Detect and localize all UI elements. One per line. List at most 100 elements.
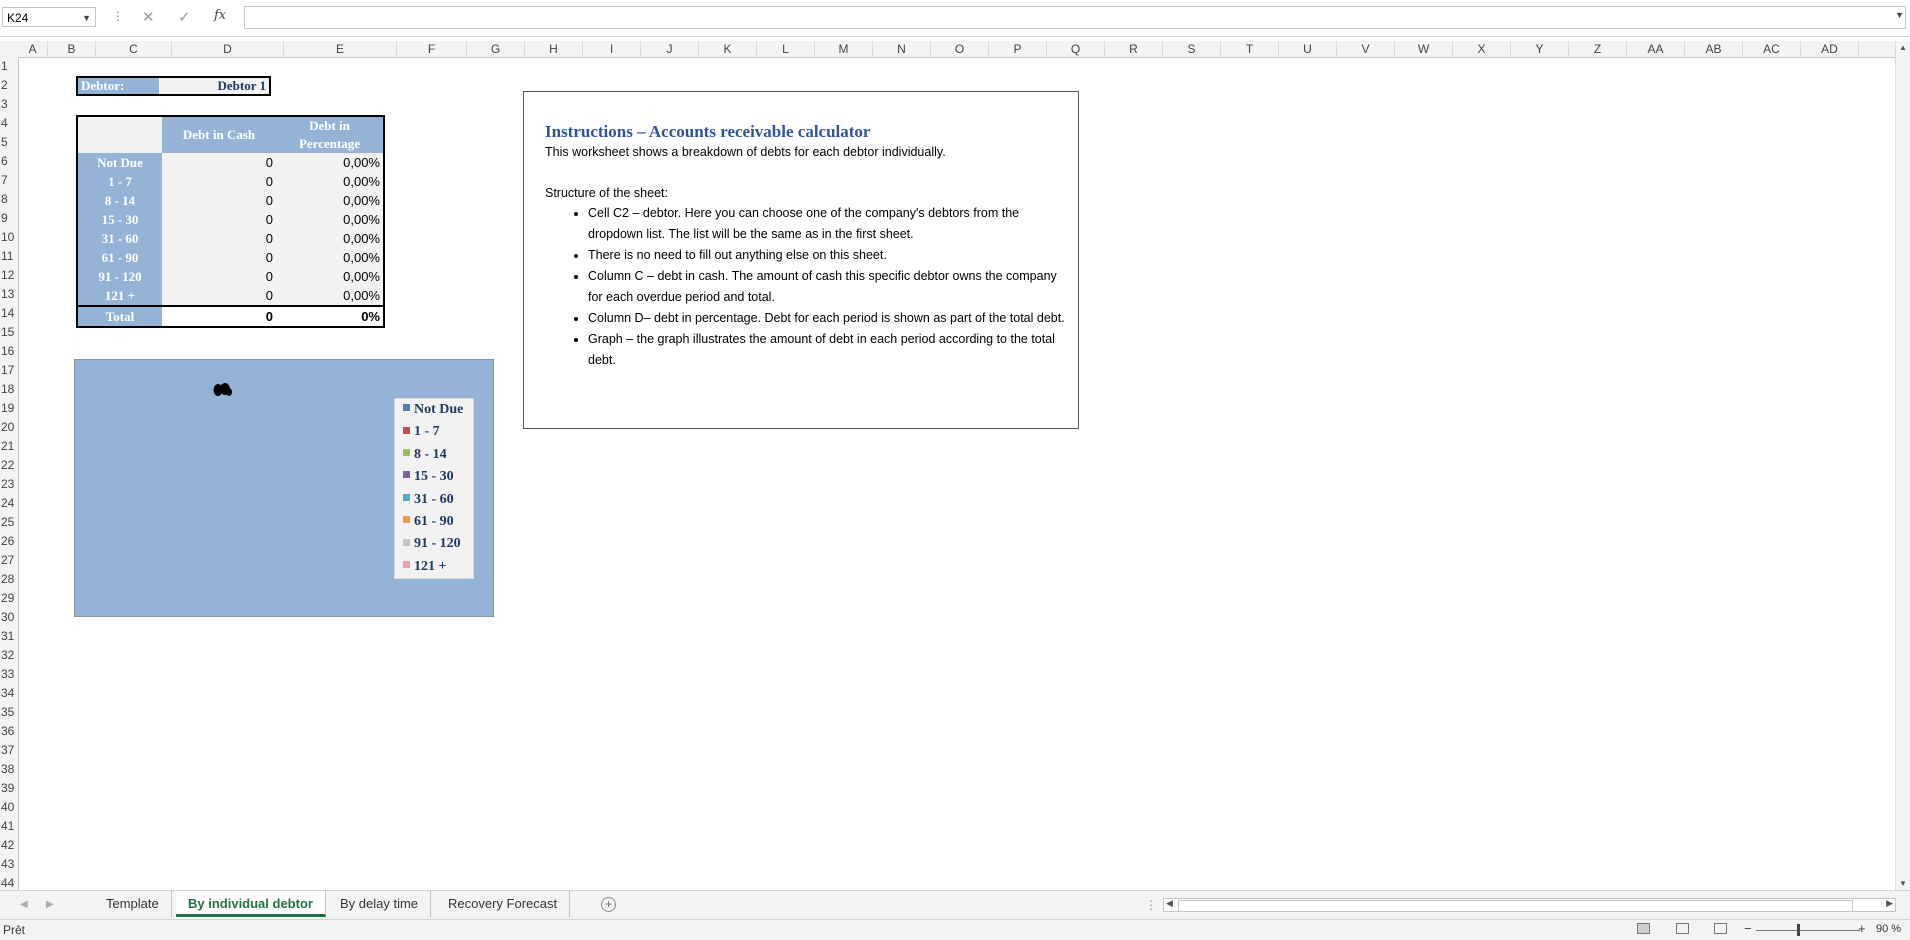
instructions-textbox[interactable]: Instructions – Accounts receivable calcu… [523,91,1079,429]
column-header[interactable]: R [1105,41,1163,57]
column-header[interactable]: G [467,41,525,57]
row-header[interactable]: 27 [0,551,18,570]
row-header[interactable]: 20 [0,418,18,437]
enter-icon[interactable]: ✓ [178,8,191,26]
scroll-split-handle[interactable]: ⋮ [1145,898,1157,912]
legend-entry[interactable]: 1 - 7 [403,423,440,441]
chart-legend[interactable]: Not Due 1 - 7 8 - 14 15 - 30 31 - 60 61 - 90 9… [394,398,474,579]
column-header[interactable]: Z [1569,41,1627,57]
total-label[interactable]: Total [78,305,162,326]
debt-cash-cell[interactable]: 0 [162,286,276,306]
legend-entry[interactable]: Not Due [403,401,463,419]
column-header[interactable]: P [989,41,1047,57]
column-header[interactable]: T [1221,41,1279,57]
row-header[interactable]: 10 [0,228,18,247]
row-header[interactable]: 36 [0,722,18,741]
page-break-view-icon[interactable] [1714,923,1727,934]
row-header[interactable]: 1 [0,57,18,76]
column-header[interactable]: L [757,41,815,57]
row-header[interactable]: 21 [0,437,18,456]
total-cash[interactable]: 0 [162,305,276,326]
row-header[interactable]: 24 [0,494,18,513]
row-header[interactable]: 2 [0,76,18,95]
legend-entry[interactable]: 61 - 90 [403,513,454,531]
row-header[interactable]: 25 [0,513,18,532]
row-header[interactable]: 41 [0,817,18,836]
column-header[interactable]: A [18,41,48,57]
name-box[interactable]: K24 ▼ [2,7,96,27]
row-header[interactable]: 17 [0,361,18,380]
row-header[interactable]: 30 [0,608,18,627]
period-label[interactable]: 31 - 60 [78,229,162,248]
debt-cash-cell[interactable]: 0 [162,267,276,286]
row-header[interactable]: 11 [0,247,18,266]
column-header[interactable]: B [48,41,96,57]
row-header[interactable]: 32 [0,646,18,665]
column-header[interactable]: H [525,41,583,57]
expand-formula-bar-icon[interactable]: ▼ [1895,10,1904,20]
period-label[interactable]: 8 - 14 [78,191,162,210]
add-sheet-icon[interactable]: + [601,897,616,912]
row-header[interactable]: 12 [0,266,18,285]
column-header[interactable]: O [931,41,989,57]
debt-percentage-cell[interactable]: 0,00% [276,153,383,172]
legend-entry[interactable]: 91 - 120 [403,535,461,553]
row-header[interactable]: 44 [0,874,18,890]
row-header[interactable]: 38 [0,760,18,779]
debt-percentage-cell[interactable]: 0,00% [276,267,383,286]
row-header[interactable]: 19 [0,399,18,418]
row-header[interactable]: 28 [0,570,18,589]
row-header[interactable]: 43 [0,855,18,874]
row-header[interactable]: 29 [0,589,18,608]
row-header[interactable]: 18 [0,380,18,399]
scroll-right-icon[interactable]: ▶ [1886,898,1893,909]
column-header[interactable]: M [815,41,873,57]
period-label[interactable]: 1 - 7 [78,172,162,191]
debt-cash-cell[interactable]: 0 [162,172,276,191]
zoom-level[interactable]: 90 % [1876,923,1901,935]
debtor-dropdown-cell[interactable]: Debtor 1 [160,78,269,94]
horizontal-scrollbar[interactable]: ◀ ▶ [1163,898,1896,912]
period-label[interactable]: Not Due [78,153,162,172]
column-header[interactable]: AD [1801,41,1859,57]
normal-view-icon[interactable] [1637,923,1650,934]
row-header[interactable]: 4 [0,114,18,133]
legend-entry[interactable]: 15 - 30 [403,468,454,486]
page-layout-view-icon[interactable] [1676,923,1689,934]
column-header[interactable]: AA [1627,41,1685,57]
debt-pie-chart[interactable]: Not Due 1 - 7 8 - 14 15 - 30 31 - 60 61 - 90 9… [74,359,494,617]
debt-cash-cell[interactable]: 0 [162,210,276,229]
row-header[interactable]: 16 [0,342,18,361]
debt-percentage-cell[interactable]: 0,00% [276,248,383,267]
row-header[interactable]: 40 [0,798,18,817]
column-header[interactable]: C [96,41,172,57]
cancel-icon[interactable]: ✕ [142,8,155,26]
column-header[interactable]: D [172,41,284,57]
debt-percentage-cell[interactable]: 0,00% [276,191,383,210]
period-label[interactable]: 61 - 90 [78,248,162,267]
debt-cash-cell[interactable]: 0 [162,229,276,248]
column-header[interactable]: U [1279,41,1337,57]
column-header[interactable]: E [284,41,397,57]
debt-cash-cell[interactable]: 0 [162,191,276,210]
zoom-slider-thumb[interactable] [1797,924,1800,936]
row-header[interactable]: 37 [0,741,18,760]
insert-function-icon[interactable]: fx [214,8,226,23]
column-header[interactable]: I [583,41,641,57]
row-header[interactable]: 6 [0,152,18,171]
column-header[interactable]: N [873,41,931,57]
row-header[interactable]: 33 [0,665,18,684]
formula-input[interactable] [244,6,1906,29]
column-header[interactable]: W [1395,41,1453,57]
scroll-left-icon[interactable]: ◀ [1166,898,1173,909]
row-header[interactable]: 8 [0,190,18,209]
debt-percentage-cell[interactable]: 0,00% [276,286,383,306]
column-header[interactable]: X [1453,41,1511,57]
debt-cash-cell[interactable]: 0 [162,153,276,172]
period-label[interactable]: 15 - 30 [78,210,162,229]
chevron-down-icon[interactable]: ▼ [82,8,91,28]
sheet-tab[interactable]: By individual debtor [176,891,326,917]
row-header[interactable]: 39 [0,779,18,798]
sheet-tab[interactable]: Template [94,891,172,917]
column-header[interactable]: J [641,41,699,57]
